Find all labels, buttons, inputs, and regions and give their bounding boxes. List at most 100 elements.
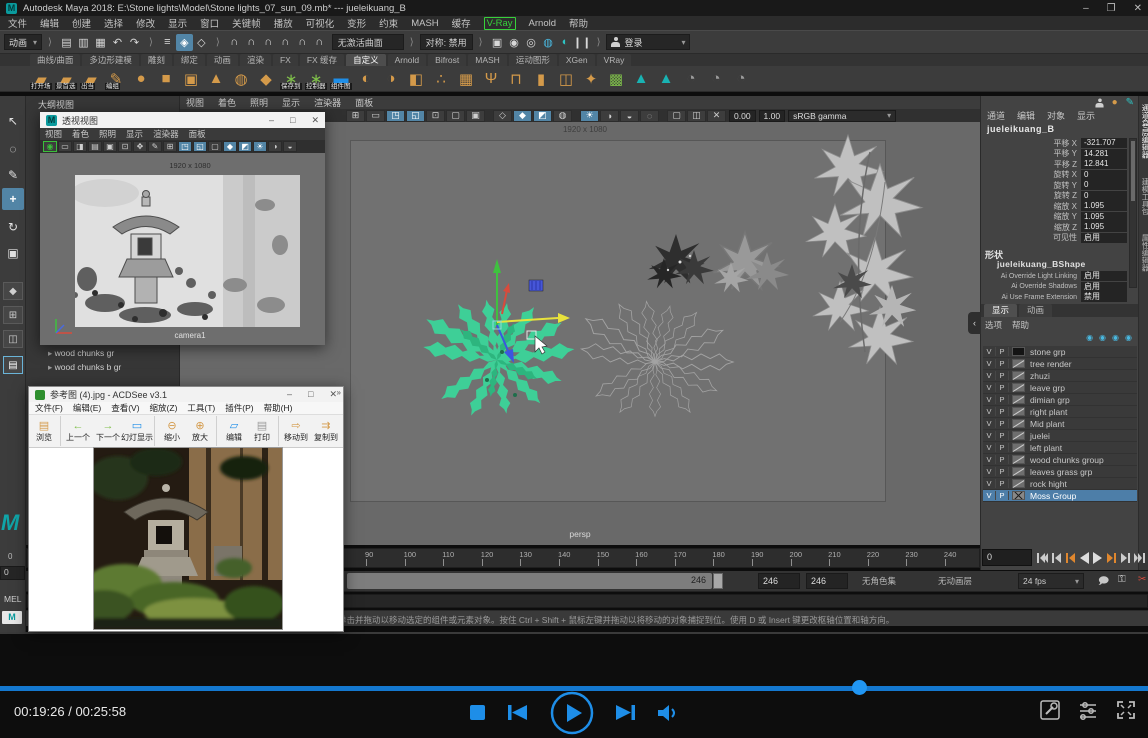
layer-playback-toggle[interactable]: P bbox=[996, 395, 1009, 404]
layer-color-swatch[interactable] bbox=[1012, 395, 1025, 404]
isolate-select-icon[interactable]: ▢ bbox=[667, 110, 686, 122]
slideshow-button[interactable]: ▭幻灯显示 bbox=[123, 416, 155, 446]
layer-name[interactable]: rock hight bbox=[1028, 479, 1067, 489]
field-chart-icon[interactable]: ⊡ bbox=[426, 110, 445, 122]
select-hierarchy-icon[interactable]: ≡ bbox=[159, 34, 176, 51]
mel-label[interactable]: MEL bbox=[4, 594, 21, 604]
shadows-icon[interactable]: ◑ bbox=[600, 110, 619, 122]
display-settings-icon[interactable]: ◐ bbox=[557, 34, 574, 51]
save-scene-icon[interactable]: ▦ bbox=[92, 34, 109, 51]
minimize-button[interactable]: – bbox=[1083, 3, 1089, 14]
layer-row[interactable]: V P tree render bbox=[983, 358, 1137, 370]
shelf-scatter-button[interactable]: ∴ bbox=[430, 68, 452, 90]
bookmark-icon[interactable]: ▣ bbox=[103, 141, 117, 152]
film-gate-icon[interactable]: ▭ bbox=[58, 141, 72, 152]
cam-select-icon[interactable]: ◨ bbox=[73, 141, 87, 152]
smooth-shade-icon[interactable]: ◆ bbox=[513, 110, 532, 122]
layer-visible-toggle[interactable]: V bbox=[983, 371, 996, 380]
channel-value-field[interactable]: 0 bbox=[1081, 180, 1127, 190]
layer-color-swatch[interactable] bbox=[1012, 491, 1025, 500]
shelf-tab[interactable]: FX 缓存 bbox=[300, 54, 344, 66]
step-forward-key-button[interactable] bbox=[1105, 551, 1118, 565]
outliner-item[interactable]: wood chunks b gr bbox=[48, 362, 121, 373]
fullscreen-icon[interactable] bbox=[1116, 700, 1136, 723]
layer-visible-toggle[interactable]: V bbox=[983, 419, 996, 428]
layer-playback-toggle[interactable]: P bbox=[996, 371, 1009, 380]
layer-row[interactable]: V P left plant bbox=[983, 442, 1137, 454]
comment-icon[interactable]: 🗩 bbox=[1098, 574, 1109, 591]
shelf-poly-cube-button[interactable]: ■ bbox=[155, 68, 177, 90]
ipr-render-icon[interactable]: ◎ bbox=[523, 34, 540, 51]
acdsee-menu-item[interactable]: 帮助(H) bbox=[264, 402, 293, 414]
shelf-maya-a-button[interactable]: ▲ bbox=[630, 68, 652, 90]
layer-name[interactable]: leave grp bbox=[1028, 383, 1065, 393]
channel-value-field[interactable]: 14.281 bbox=[1081, 149, 1127, 159]
shelf-tab[interactable]: FX bbox=[273, 54, 298, 66]
safe-action-icon[interactable]: ▢ bbox=[446, 110, 465, 122]
browse-button[interactable]: ▤浏览 bbox=[31, 416, 61, 446]
layer-row[interactable]: V P juelei bbox=[983, 430, 1137, 442]
sidebar-vertical-tab[interactable]: 建模工具包 bbox=[1140, 172, 1148, 222]
viewport-menu-item[interactable]: 渲染器 bbox=[314, 96, 341, 109]
shelf-swirl-c-button[interactable]: ◔ bbox=[730, 68, 752, 90]
acdsee-menu-item[interactable]: 工具(T) bbox=[187, 402, 215, 414]
rotate-tool[interactable]: ↻ bbox=[2, 216, 24, 238]
motion-blur-icon[interactable]: ◌ bbox=[640, 110, 659, 122]
make-live-icon[interactable]: ∩ bbox=[311, 34, 328, 51]
layer-playback-icon[interactable]: ◉ bbox=[1099, 333, 1106, 342]
shelf-export-button[interactable]: ▰出当 bbox=[80, 68, 102, 90]
res-gate-icon[interactable]: ◳ bbox=[178, 141, 192, 152]
shelf-block-b-button[interactable]: ◫ bbox=[555, 68, 577, 90]
layer-row[interactable]: V P right plant bbox=[983, 406, 1137, 418]
shelf-tab[interactable]: MASH bbox=[468, 54, 507, 66]
safe-action-icon[interactable]: ▢ bbox=[208, 141, 222, 152]
channel-value-field[interactable]: 12.841 bbox=[1081, 159, 1127, 169]
go-to-end-button[interactable] bbox=[1133, 551, 1146, 565]
layer-name[interactable]: Moss Group bbox=[1028, 491, 1076, 501]
layer-editor-tab[interactable]: 动画 bbox=[1019, 304, 1052, 317]
channel-value-field[interactable]: 禁用 bbox=[1081, 292, 1127, 302]
shelf-tab[interactable]: 绑定 bbox=[174, 54, 205, 66]
play-backwards-button[interactable] bbox=[1078, 551, 1091, 565]
channel-value-field[interactable]: 0 bbox=[1081, 170, 1127, 180]
menu-item[interactable]: 变形 bbox=[347, 16, 366, 30]
menu-item[interactable]: Arnold bbox=[529, 18, 556, 29]
maximize-button[interactable]: □ bbox=[290, 115, 295, 126]
render-current-icon[interactable]: ◉ bbox=[506, 34, 523, 51]
toolbar-overflow-icon[interactable]: » bbox=[337, 388, 341, 397]
channel-value-field[interactable]: 启用 bbox=[1081, 233, 1127, 243]
scale-tool[interactable]: ▣ bbox=[2, 242, 24, 264]
character-icon[interactable] bbox=[1095, 98, 1103, 107]
menu-item[interactable]: 可视化 bbox=[306, 16, 335, 30]
safe-title-icon[interactable]: ▣ bbox=[466, 110, 485, 122]
shelf-tab[interactable]: Bifrost bbox=[428, 54, 466, 66]
panel-collapse-chevron-icon[interactable]: ‹ bbox=[968, 312, 981, 334]
channel-value-field[interactable]: 1.095 bbox=[1081, 212, 1127, 222]
shaded-icon[interactable]: ◆ bbox=[223, 141, 237, 152]
layer-name[interactable]: stone grp bbox=[1028, 347, 1065, 357]
view-transform-dropdown[interactable]: sRGB gamma▾ bbox=[788, 110, 896, 122]
snap-point-icon[interactable]: ∩ bbox=[260, 34, 277, 51]
maximize-button[interactable]: ❐ bbox=[1107, 3, 1116, 14]
viewport-icon[interactable] bbox=[573, 110, 579, 122]
camera-view-window[interactable]: M 透视视图 – □ ✕ 视图着色照明显示渲染器面板 ◉▭◨▤▣⊡✥✎⊞◳◱▢◆… bbox=[40, 112, 325, 345]
menu-item[interactable]: 窗口 bbox=[200, 16, 219, 30]
channel-box-menu-item[interactable]: 对象 bbox=[1047, 109, 1065, 122]
layer-color-swatch[interactable] bbox=[1012, 347, 1025, 356]
volume-icon[interactable] bbox=[658, 704, 680, 725]
layer-name[interactable]: juelei bbox=[1028, 431, 1050, 441]
shelf-manip-b-button[interactable]: ∗控制器 bbox=[305, 68, 327, 90]
ambient-occlusion-icon[interactable]: ◒ bbox=[620, 110, 639, 122]
layer-visible-toggle[interactable]: V bbox=[983, 395, 996, 404]
live-surface-field[interactable]: 无激活曲面 bbox=[332, 34, 404, 50]
layer-playback-toggle[interactable]: P bbox=[996, 347, 1009, 356]
channel-box-object-name[interactable]: jueleikuang_B bbox=[987, 124, 1055, 134]
move-tool[interactable]: + bbox=[2, 188, 24, 210]
gate-mask-icon[interactable]: ◱ bbox=[193, 141, 207, 152]
layer-name[interactable]: Mid plant bbox=[1028, 419, 1065, 429]
film-gate-icon[interactable]: ▭ bbox=[366, 110, 385, 122]
grid-icon[interactable]: ⊞ bbox=[163, 141, 177, 152]
minimize-button[interactable]: – bbox=[287, 389, 292, 400]
grid-icon[interactable]: ⊞ bbox=[346, 110, 365, 122]
sphere-icon[interactable]: ● bbox=[1112, 97, 1118, 108]
